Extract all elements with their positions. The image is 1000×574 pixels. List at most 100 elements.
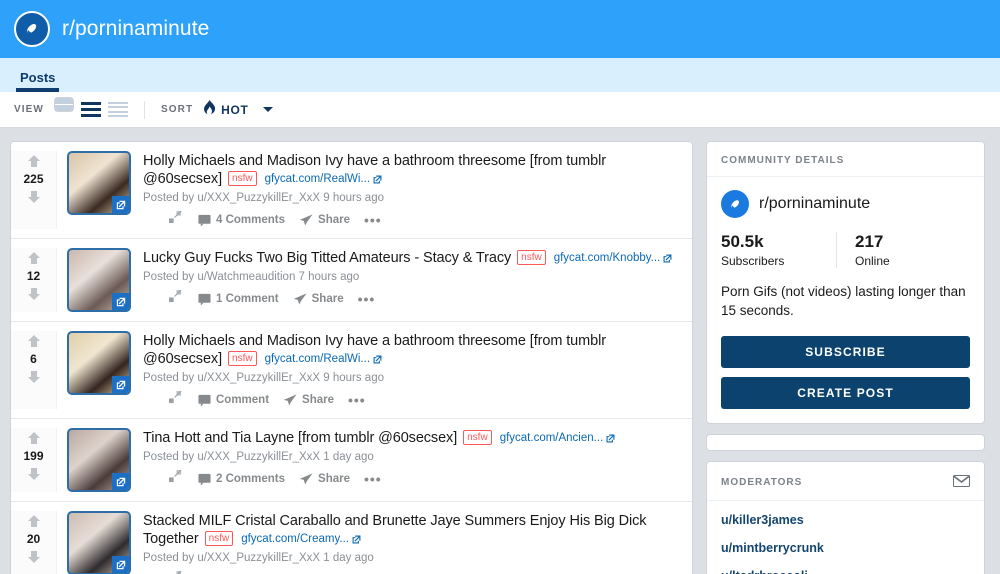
share-button[interactable]: Share bbox=[293, 293, 344, 305]
moderator-link[interactable]: u/killer3james bbox=[721, 506, 970, 534]
sort-value: HOT bbox=[221, 102, 249, 117]
community-details-body: r/porninaminute 50.5k Subscribers 217 On… bbox=[707, 177, 984, 423]
post-score: 12 bbox=[26, 269, 41, 283]
expand-icon[interactable] bbox=[169, 390, 182, 409]
post-thumbnail[interactable] bbox=[67, 511, 131, 574]
post-content: Holly Michaels and Madison Ivy have a ba… bbox=[143, 331, 682, 409]
more-options-button[interactable]: ••• bbox=[364, 472, 382, 486]
moderator-link[interactable]: u/ltcdrbroccoli bbox=[721, 562, 970, 574]
view-options bbox=[53, 97, 128, 122]
more-options-button[interactable]: ••• bbox=[358, 292, 376, 306]
comments-button[interactable]: Comment bbox=[198, 394, 269, 407]
subscribers-stat: 50.5k Subscribers bbox=[721, 232, 836, 268]
post-score: 225 bbox=[23, 172, 44, 186]
page-title: r/porninaminute bbox=[62, 17, 210, 40]
post-row[interactable]: 225 Holly Michaels and Madison Ivy have a… bbox=[11, 142, 692, 239]
upvote-icon bbox=[27, 155, 40, 167]
external-link-icon bbox=[352, 531, 361, 548]
card-view-icon[interactable] bbox=[53, 97, 74, 112]
post-domain-link[interactable]: gfycat.com/RealWi... bbox=[265, 173, 370, 185]
tab-bar: Posts bbox=[0, 58, 1000, 92]
downvote-icon bbox=[27, 468, 40, 480]
post-thumbnail[interactable] bbox=[67, 248, 131, 312]
expand-icon[interactable] bbox=[169, 289, 182, 308]
post-score: 6 bbox=[30, 352, 37, 366]
post-row[interactable]: 6 Holly Michaels and Madison Ivy have a b… bbox=[11, 322, 692, 419]
share-button[interactable]: Share bbox=[283, 394, 334, 406]
subreddit-planet-icon bbox=[14, 11, 50, 47]
share-button[interactable]: Share bbox=[299, 473, 350, 485]
post-actions: 2 Comments Share ••• bbox=[143, 469, 682, 488]
sort-control[interactable]: HOT bbox=[203, 99, 249, 120]
expand-icon[interactable] bbox=[169, 210, 182, 229]
envelope-icon[interactable] bbox=[953, 475, 970, 490]
post-domain-link[interactable]: gfycat.com/RealWi... bbox=[265, 353, 370, 365]
chevron-down-icon[interactable] bbox=[262, 107, 273, 112]
create-post-button[interactable]: CREATE POST bbox=[721, 377, 970, 409]
external-link-icon bbox=[112, 376, 129, 393]
vote-column: 12 bbox=[11, 248, 57, 312]
moderator-link[interactable]: u/mintberrycrunk bbox=[721, 534, 970, 562]
comments-count: 2 Comments bbox=[216, 473, 286, 485]
external-link-icon bbox=[373, 171, 382, 188]
comment-icon bbox=[198, 214, 211, 226]
subscribers-label: Subscribers bbox=[721, 254, 785, 268]
community-avatar-icon bbox=[721, 190, 749, 218]
post-domain-link[interactable]: gfycat.com/Creamy... bbox=[241, 533, 349, 545]
post-domain-link[interactable]: gfycat.com/Knobby... bbox=[554, 252, 661, 264]
post-title-line: Lucky Guy Fucks Two Big Titted Amateurs … bbox=[143, 249, 682, 268]
post-row[interactable]: 20 Stacked MILF Cristal Caraballo and Bru… bbox=[11, 502, 692, 574]
post-domain-link[interactable]: gfycat.com/Ancien... bbox=[500, 432, 604, 444]
post-byline: Posted by u/XXX_PuzzykillEr_XxX 1 day ag… bbox=[143, 451, 374, 463]
post-actions: 4 Comments Share ••• bbox=[143, 210, 682, 229]
vote-column: 6 bbox=[11, 331, 57, 409]
more-options-button[interactable]: ••• bbox=[348, 393, 366, 407]
community-stats: 50.5k Subscribers 217 Online bbox=[721, 232, 970, 268]
compact-view-icon[interactable] bbox=[107, 102, 128, 117]
post-row[interactable]: 199 Tina Hott and Tia Layne [from tumblr … bbox=[11, 419, 692, 502]
comments-button[interactable]: 1 Comment bbox=[198, 293, 279, 306]
nsfw-badge: nsfw bbox=[228, 171, 257, 186]
share-button[interactable]: Share bbox=[299, 214, 350, 226]
post-thumbnail[interactable] bbox=[67, 151, 131, 215]
classic-view-icon[interactable] bbox=[80, 102, 101, 117]
subscribe-button[interactable]: SUBSCRIBE bbox=[721, 336, 970, 368]
page-root: r/porninaminute Posts VIEW SORT HOT 225 H… bbox=[0, 0, 1000, 574]
online-count: 217 bbox=[855, 232, 884, 251]
post-title[interactable]: Lucky Guy Fucks Two Big Titted Amateurs … bbox=[143, 250, 511, 266]
vote-column: 20 bbox=[11, 511, 57, 574]
comments-button[interactable]: 4 Comments bbox=[198, 214, 285, 227]
tab-posts[interactable]: Posts bbox=[8, 70, 67, 92]
downvote-icon bbox=[27, 371, 40, 383]
moderators-card: MODERATORS u/killer3james u/mintberrycrun… bbox=[706, 461, 985, 574]
post-actions: Comment Share ••• bbox=[143, 390, 682, 409]
community-name[interactable]: r/porninaminute bbox=[759, 195, 870, 213]
subscribers-count: 50.5k bbox=[721, 232, 764, 251]
comments-count: 4 Comments bbox=[216, 214, 286, 226]
moderators-list: u/killer3jamesu/mintberrycrunku/ltcdrbro… bbox=[707, 501, 984, 574]
post-thumbnail[interactable] bbox=[67, 428, 131, 492]
post-title-line: Holly Michaels and Madison Ivy have a ba… bbox=[143, 332, 682, 369]
view-label: VIEW bbox=[14, 104, 44, 115]
subreddit-header: r/porninaminute bbox=[0, 0, 1000, 58]
post-content: Stacked MILF Cristal Caraballo and Brune… bbox=[143, 511, 682, 574]
post-thumbnail[interactable] bbox=[67, 331, 131, 395]
external-link-icon bbox=[606, 430, 615, 447]
post-title-line: Tina Hott and Tia Layne [from tumblr @60… bbox=[143, 429, 682, 448]
more-options-button[interactable]: ••• bbox=[364, 213, 382, 227]
post-title[interactable]: Tina Hott and Tia Layne [from tumblr @60… bbox=[143, 430, 457, 446]
comments-count: 1 Comment bbox=[216, 293, 279, 305]
upvote-icon bbox=[27, 335, 40, 347]
online-label: Online bbox=[855, 254, 890, 268]
flame-icon bbox=[203, 99, 216, 120]
nsfw-badge: nsfw bbox=[517, 250, 546, 265]
sidebar: COMMUNITY DETAILS r/porninaminute 50.5k … bbox=[706, 141, 985, 574]
comments-button[interactable]: 2 Comments bbox=[198, 473, 285, 486]
external-link-icon bbox=[112, 473, 129, 490]
nsfw-badge: nsfw bbox=[204, 531, 234, 546]
expand-icon[interactable] bbox=[169, 469, 182, 488]
post-row[interactable]: 12 Lucky Guy Fucks Two Big Titted Amateur… bbox=[11, 239, 692, 322]
community-description: Porn Gifs (not videos) lasting longer th… bbox=[721, 284, 966, 318]
moderators-title: MODERATORS bbox=[721, 477, 803, 488]
post-score: 199 bbox=[23, 449, 44, 463]
